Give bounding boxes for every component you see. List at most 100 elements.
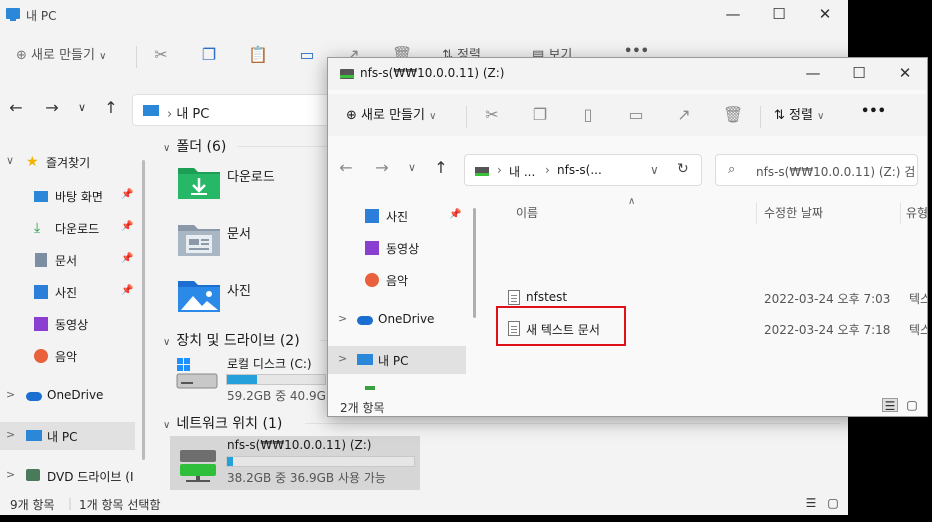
document-icon — [35, 253, 47, 267]
expand-chevron-icon[interactable]: > — [338, 352, 347, 365]
sidebar-item-videos[interactable]: 동영상 — [0, 310, 140, 338]
folder-label[interactable]: 사진 — [227, 280, 251, 299]
folders-group-title: 폴더 (6) — [176, 139, 227, 155]
new-button[interactable]: ⊕ 새로 만들기 ∨ — [16, 44, 106, 63]
sidebar-item-label: 문서 — [55, 254, 78, 268]
sidebar-item-desktop[interactable]: 바탕 화면 📌 — [0, 182, 140, 210]
desktop-icon — [34, 191, 48, 202]
downloads-folder-icon[interactable] — [177, 164, 221, 200]
recent-chevron-icon[interactable]: ∨ — [72, 101, 92, 114]
videos-icon — [365, 241, 379, 255]
sort-button[interactable]: ⇅ 정렬 ∨ — [774, 104, 824, 123]
delete-icon[interactable]: 🗑 — [723, 106, 743, 124]
copy-icon[interactable]: ❐ — [531, 106, 549, 124]
breadcrumb-chevron-icon: › — [497, 163, 502, 177]
breadcrumb-item[interactable]: nfs-s(... — [557, 163, 602, 177]
search-box[interactable]: ⌕ nfs-s(₩₩10.0.0.11) (Z:) 검색 — [715, 154, 918, 186]
close-button[interactable]: ✕ — [882, 59, 927, 89]
cut-icon[interactable]: ✂ — [483, 106, 501, 124]
breadcrumb: › 내 PC — [167, 103, 209, 122]
item-count: 9개 항목 — [10, 498, 55, 512]
sidebar-item-label: 음악 — [386, 274, 409, 288]
sidebar-item-documents[interactable]: 문서 📌 — [0, 246, 140, 274]
expand-chevron-icon[interactable]: > — [338, 312, 347, 325]
sidebar-item-onedrive[interactable]: > OneDrive — [0, 382, 140, 410]
tiles-view-icon[interactable]: ▢ — [825, 496, 841, 510]
breadcrumb-item[interactable]: 내 ... — [509, 163, 535, 180]
sidebar-scrollbar[interactable] — [473, 208, 476, 318]
expand-chevron-icon[interactable]: ∨ — [6, 154, 14, 167]
rename-icon[interactable]: ▭ — [298, 46, 316, 64]
sidebar-item-onedrive[interactable]: > OneDrive — [328, 306, 476, 334]
column-header-name[interactable]: 이름 — [516, 204, 538, 221]
column-header-modified[interactable]: 수정한 날짜 — [764, 204, 823, 221]
forward-arrow-icon[interactable]: → — [372, 158, 392, 177]
sidebar-item-music[interactable]: 음악 — [328, 266, 476, 294]
expand-chevron-icon[interactable]: > — [6, 468, 15, 481]
devices-group-header[interactable]: ∨ 장치 및 드라이브 (2) — [163, 330, 300, 350]
sidebar-item-favorites[interactable]: ∨ ★ 즐겨찾기 — [0, 148, 140, 176]
front-title-bar[interactable]: nfs-s(₩₩10.0.0.11) (Z:) — ☐ ✕ — [328, 58, 927, 90]
rename-icon[interactable]: ▭ — [627, 106, 645, 124]
up-arrow-icon[interactable]: ↑ — [101, 98, 121, 117]
more-options-button[interactable]: ••• — [861, 104, 886, 119]
sidebar-item-this-pc[interactable]: > 내 PC — [328, 346, 466, 374]
folder-label[interactable]: 다운로드 — [227, 166, 275, 185]
refresh-icon[interactable]: ↻ — [677, 161, 689, 177]
share-icon[interactable]: ↗ — [675, 106, 693, 124]
paste-icon[interactable]: ▯ — [579, 106, 597, 124]
sidebar-item-videos[interactable]: 동영상 — [328, 234, 476, 262]
sidebar-item-dvd-drive[interactable]: > DVD 드라이브 (I — [0, 462, 140, 490]
network-drive-item[interactable]: nfs-s(₩₩10.0.0.11) (Z:) 38.2GB 중 36.9GB … — [170, 436, 420, 490]
back-arrow-icon[interactable]: ← — [6, 98, 26, 117]
details-view-icon[interactable]: ☰ — [882, 398, 898, 413]
sidebar-item-downloads[interactable]: ⤓ 다운로드 📌 — [0, 214, 140, 242]
new-button-label: 새로 만들기 — [31, 48, 95, 63]
maximize-button[interactable]: ☐ — [836, 59, 882, 89]
up-arrow-icon[interactable]: ↑ — [431, 158, 451, 177]
details-view-icon[interactable]: ☰ — [803, 496, 819, 510]
documents-folder-icon[interactable] — [177, 221, 221, 257]
forward-arrow-icon[interactable]: → — [42, 98, 62, 117]
copy-icon[interactable]: ❐ — [200, 46, 218, 64]
sidebar-item-pictures[interactable]: 사진 📌 — [328, 202, 476, 230]
plus-circle-icon: ⊕ — [346, 108, 357, 123]
cut-icon[interactable]: ✂ — [152, 46, 170, 64]
recent-chevron-icon[interactable]: ∨ — [402, 161, 422, 174]
folders-group-header[interactable]: ∨ 폴더 (6) — [163, 136, 226, 156]
address-bar[interactable]: › 내 PC — [132, 94, 332, 126]
column-header-type[interactable]: 유형 — [906, 204, 927, 221]
network-group-header[interactable]: ∨ 네트워크 위치 (1) — [163, 413, 282, 433]
cloud-icon — [357, 316, 373, 325]
address-bar[interactable]: › 내 ... › nfs-s(... ∨ ↻ — [464, 154, 702, 186]
dropdown-chevron-icon[interactable]: ∨ — [650, 163, 659, 177]
column-divider[interactable] — [756, 202, 757, 224]
local-disk-icon[interactable] — [175, 356, 219, 394]
sidebar-item-pictures[interactable]: 사진 📌 — [0, 278, 140, 306]
sidebar-item-this-pc[interactable]: > 내 PC — [0, 422, 135, 450]
sidebar-item-music[interactable]: 음악 — [0, 342, 140, 370]
minimize-button[interactable]: — — [710, 0, 756, 30]
sidebar-item-label: 즐겨찾기 — [46, 156, 91, 170]
tiles-view-icon[interactable]: ▢ — [904, 398, 920, 412]
minimize-button[interactable]: — — [790, 59, 836, 89]
scrollbar-thumb[interactable] — [142, 160, 145, 460]
sidebar-scrollbar[interactable] — [142, 140, 148, 490]
expand-chevron-icon[interactable]: > — [6, 428, 15, 441]
file-name: nfstest — [526, 290, 568, 304]
usage-bar-fill — [227, 457, 233, 466]
breadcrumb-item[interactable]: 내 PC — [176, 107, 209, 122]
pictures-folder-icon[interactable] — [177, 277, 221, 313]
back-arrow-icon[interactable]: ← — [336, 158, 356, 177]
folder-label[interactable]: 문서 — [227, 223, 251, 242]
local-disk-label[interactable]: 로컬 디스크 (C:) — [227, 355, 312, 372]
expand-chevron-icon[interactable]: > — [6, 388, 15, 401]
sidebar-item-label: 음악 — [55, 350, 78, 364]
close-button[interactable]: ✕ — [802, 0, 848, 30]
computer-icon — [143, 105, 159, 116]
back-title-bar[interactable]: 내 PC — ☐ ✕ — [0, 0, 848, 30]
new-button[interactable]: ⊕ 새로 만들기 ∨ — [346, 104, 436, 123]
paste-icon[interactable]: 📋 — [248, 46, 268, 64]
maximize-button[interactable]: ☐ — [756, 0, 802, 30]
column-divider[interactable] — [900, 202, 901, 224]
